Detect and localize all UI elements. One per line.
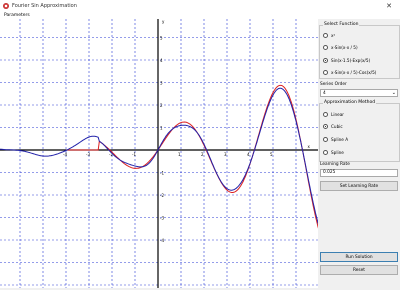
function-option-3[interactable]: Sin(x·1.5)·Exp(x/5)	[323, 58, 370, 63]
x-tick-label: 4	[247, 152, 250, 157]
reset-button[interactable]: Reset	[320, 265, 398, 275]
y-tick-label: 5	[160, 36, 163, 41]
radio-button-selected[interactable]	[323, 58, 328, 63]
radio-button[interactable]	[323, 112, 328, 117]
app-icon	[3, 3, 9, 9]
set-learning-rate-button[interactable]: Set Learning Rate	[320, 181, 398, 191]
approx-option-1[interactable]: Linear	[323, 112, 344, 117]
control-panel: Select Function x² x·Sin(x·x / 5) Sin(x·…	[318, 19, 400, 288]
radio-button-selected[interactable]	[323, 124, 328, 129]
approx-option-label: Cubic	[331, 124, 343, 129]
radio-button[interactable]	[323, 45, 328, 50]
learning-rate-input[interactable]: 0.025	[320, 169, 398, 177]
approx-option-2[interactable]: Cubic	[323, 124, 343, 129]
y-tick-label: 4	[160, 58, 163, 63]
function-group-legend: Select Function	[323, 22, 360, 27]
function-option-label: x·Sin(x·x / 5)	[331, 45, 358, 50]
plot-svg: -4 -3 -2 -1 1 2 3 4 554321-1-2-3-4xy	[0, 14, 320, 288]
y-tick-label: 3	[160, 81, 163, 86]
function-option-label: Sin(x·1.5)·Exp(x/5)	[331, 58, 371, 63]
function-option-2[interactable]: x·Sin(x·x / 5)	[323, 45, 358, 50]
approx-option-label: Spline	[331, 150, 344, 155]
title-bar: Fourier Sin Approximation ✕	[0, 0, 400, 12]
y-tick-label: 2	[160, 103, 163, 108]
series-order-value: 4	[323, 91, 326, 96]
x-tick-label: 1	[178, 152, 181, 157]
y-axis-label: y	[162, 19, 165, 24]
x-tick-label: -3	[86, 152, 90, 157]
approx-option-4[interactable]: Spline	[323, 150, 344, 155]
y-tick-label: -3	[160, 216, 164, 221]
y-tick-label: -2	[160, 193, 164, 198]
y-tick-label: -1	[160, 171, 164, 176]
y-tick-label: 1	[160, 126, 163, 131]
target-function-curve	[66, 84, 320, 231]
function-option-4[interactable]: x·Sin(x·x / 5)·Cos(x/5)	[323, 70, 376, 75]
menu-item-parameters[interactable]: Parameters	[4, 13, 30, 18]
x-tick-label: 5	[270, 152, 273, 157]
approximation-group-legend: Approximation Method	[323, 100, 377, 105]
x-tick-label: 3	[224, 152, 227, 157]
window-title: Fourier Sin Approximation	[12, 3, 77, 9]
series-order-select[interactable]: 4 ⌄	[320, 89, 398, 97]
approx-option-label: Spline A	[331, 137, 349, 142]
x-tick-label: -1	[132, 152, 136, 157]
radio-button[interactable]	[323, 150, 328, 155]
x-tick-label: 2	[201, 152, 204, 157]
series-order-label: Series Order	[320, 82, 347, 87]
x-axis-label: x	[308, 144, 311, 149]
approximation-group: Approximation Method Linear Cubic Spline…	[319, 100, 400, 162]
y-tick-label: -4	[160, 238, 164, 243]
function-option-1[interactable]: x²	[323, 33, 335, 38]
learning-rate-label: Learning Rate	[320, 162, 350, 167]
function-group: Select Function x² x·Sin(x·x / 5) Sin(x·…	[319, 22, 400, 79]
x-tick-label: -4	[63, 152, 67, 157]
tick-labels: -4 -3 -2 -1 1 2 3 4 554321-1-2-3-4xy	[63, 19, 311, 243]
approx-option-3[interactable]: Spline A	[323, 137, 348, 142]
plot-area: -4 -3 -2 -1 1 2 3 4 5 5 4 3 2 1 -1 -2 -3 -4 x y	[0, 14, 320, 288]
close-icon[interactable]: ✕	[378, 0, 400, 12]
approx-option-label: Linear	[331, 112, 345, 117]
radio-button[interactable]	[323, 70, 328, 75]
radio-button[interactable]	[323, 33, 328, 38]
function-option-label: x²	[331, 33, 336, 38]
function-option-label: x·Sin(x·x / 5)·Cos(x/5)	[331, 70, 377, 75]
run-solution-button[interactable]: Run Solution	[320, 252, 398, 262]
chevron-down-icon[interactable]: ⌄	[392, 90, 396, 96]
radio-button[interactable]	[323, 137, 328, 142]
approximation-curve	[0, 87, 320, 227]
